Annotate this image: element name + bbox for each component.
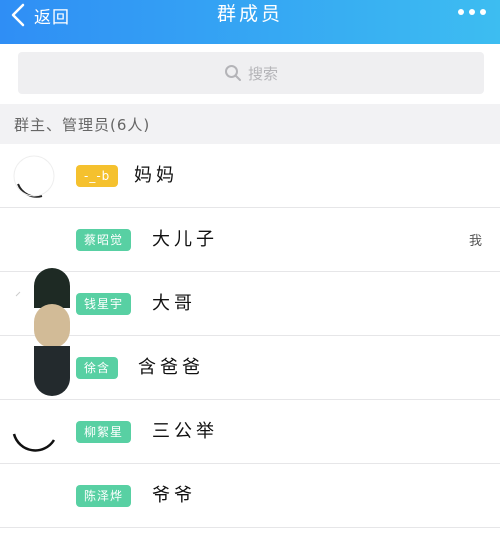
member-row[interactable]: -_-b 妈妈: [0, 144, 500, 208]
member-name: 大儿子: [152, 229, 218, 250]
section-label: 群主、管理员(6人): [14, 115, 151, 134]
avatar: [12, 474, 56, 518]
member-row[interactable]: 蔡昭觉 大儿子 我: [0, 208, 500, 272]
member-name: 大哥: [152, 293, 196, 314]
member-row[interactable]: 徐含 含爸爸: [0, 336, 500, 400]
member-badge: 陈泽烨: [76, 485, 132, 507]
search-area: 搜索: [0, 44, 500, 104]
header-bar: 返回 群成员: [0, 0, 500, 44]
member-badge: 柳絮星: [76, 421, 132, 443]
section-header-admins: 群主、管理员(6人): [0, 104, 500, 144]
member-row[interactable]: 柳絮星 三公举: [0, 400, 500, 464]
member-row[interactable]: 陈泽烨 爷爷: [0, 464, 500, 528]
member-name: 含爸爸: [138, 357, 204, 378]
member-name: 三公举: [152, 421, 218, 442]
me-indicator: 我: [468, 234, 482, 249]
member-badge: 钱星宇: [76, 293, 132, 315]
member-badge: -_-b: [76, 165, 119, 187]
member-badge: 蔡昭觉: [76, 229, 132, 251]
search-icon: [224, 64, 242, 82]
member-list: -_-b 妈妈 蔡昭觉 大儿子 我 钱星宇 大哥 徐含 含爸爸 柳絮星 三公举 …: [0, 144, 500, 528]
search-input[interactable]: 搜索: [18, 52, 484, 94]
member-name: 爷爷: [152, 485, 196, 506]
photo-strip: [34, 268, 70, 396]
member-name: 妈妈: [134, 165, 178, 186]
avatar: [12, 410, 56, 454]
avatar: [12, 218, 56, 262]
search-placeholder: 搜索: [247, 64, 278, 83]
member-badge: 徐含: [76, 357, 119, 379]
more-dots-icon[interactable]: [456, 3, 488, 21]
avatar: [12, 154, 56, 198]
member-row[interactable]: 钱星宇 大哥: [0, 272, 500, 336]
page-title: 群成员: [216, 3, 283, 25]
